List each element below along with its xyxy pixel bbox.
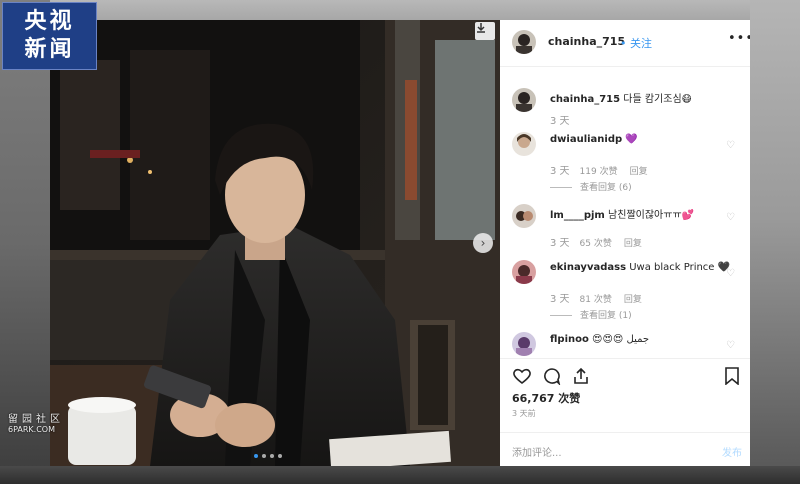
logo-line-2: 新闻 bbox=[24, 37, 75, 62]
caption-time: 3 天 bbox=[550, 116, 570, 127]
heart-outline-icon[interactable]: ♡ bbox=[726, 212, 735, 223]
carousel-dot bbox=[278, 454, 282, 458]
follow-button[interactable]: • 关注 bbox=[620, 35, 652, 51]
bookmark-icon[interactable] bbox=[724, 367, 740, 389]
comment-text: dwiaulianidp 💜 bbox=[550, 134, 638, 145]
logo-line-1: 央视 bbox=[24, 9, 75, 34]
share-icon[interactable] bbox=[572, 367, 590, 389]
more-horizontal-icon[interactable]: ••• bbox=[728, 31, 750, 46]
comment-time: 3 天 bbox=[550, 238, 570, 249]
comment-text: ekinayvadass Uwa black Prince 🖤 bbox=[550, 262, 730, 273]
photo-illustration bbox=[50, 20, 500, 466]
comment-body: 😍😍😍 جميل bbox=[592, 334, 650, 345]
comment-likes[interactable]: 65 次赞 bbox=[580, 239, 612, 249]
carousel-dot bbox=[270, 454, 274, 458]
comment-time: 3 天 bbox=[550, 294, 570, 305]
post-timestamp: 3 天前 bbox=[512, 409, 536, 418]
comment-meta: 3 天 81 次赞 回复 bbox=[550, 290, 642, 305]
reply-button[interactable]: 回复 bbox=[624, 295, 642, 305]
view-replies-button[interactable]: 查看回复 (6) bbox=[550, 180, 632, 193]
comment-username[interactable]: ekinayvadass bbox=[550, 262, 626, 273]
comment-body: 💜 bbox=[625, 134, 638, 145]
avatar[interactable] bbox=[512, 88, 536, 112]
avatar[interactable] bbox=[512, 132, 536, 156]
post-actions-bar bbox=[500, 358, 750, 387]
watermark-line-2: 6PARK.COM bbox=[8, 425, 56, 434]
reply-button[interactable]: 回复 bbox=[624, 239, 642, 249]
comment-likes[interactable]: 81 次赞 bbox=[580, 295, 612, 305]
reply-button[interactable]: 回复 bbox=[630, 167, 648, 177]
comment-username[interactable]: flpinoo bbox=[550, 334, 589, 345]
heart-outline-icon[interactable]: ♡ bbox=[726, 268, 735, 279]
comment-username[interactable]: dwiaulianidp bbox=[550, 134, 622, 145]
comment-time: 3 天 bbox=[550, 166, 570, 177]
watermark-line-1: 留园社区 bbox=[8, 414, 64, 425]
avatar[interactable] bbox=[512, 332, 536, 356]
post-photo[interactable]: › bbox=[50, 20, 500, 466]
tv-frame-bottom bbox=[0, 466, 800, 484]
caption-username[interactable]: chainha_715 bbox=[550, 94, 620, 105]
heart-icon[interactable] bbox=[512, 367, 532, 389]
heart-outline-icon[interactable]: ♡ bbox=[726, 340, 735, 351]
next-photo-arrow-icon[interactable]: › bbox=[473, 233, 493, 253]
carousel-dot-active bbox=[254, 454, 258, 458]
separator: • bbox=[620, 37, 627, 50]
avatar[interactable] bbox=[512, 204, 536, 228]
caption-text: chainha_715 다들 캄기조심😷 bbox=[550, 90, 692, 105]
comment-body: 남친짤이잖아ㅠㅠ💕 bbox=[608, 210, 695, 221]
add-comment-input[interactable]: 添加评论... bbox=[512, 444, 562, 459]
comment-text: lm____pjm 남친짤이잖아ㅠㅠ💕 bbox=[550, 206, 694, 221]
comment-meta: 3 天 65 次赞 回复 bbox=[550, 234, 642, 249]
post-comment-button[interactable]: 发布 bbox=[722, 444, 742, 459]
view-replies-label: 查看回复 (1) bbox=[580, 311, 632, 321]
heart-outline-icon[interactable]: ♡ bbox=[726, 140, 735, 151]
caption-meta: 3 天 bbox=[550, 112, 580, 127]
follow-label: 关注 bbox=[630, 37, 652, 50]
tv-frame-right bbox=[750, 0, 800, 484]
post-header: chainha_715 • 关注 ••• bbox=[500, 20, 750, 67]
avatar[interactable] bbox=[512, 30, 536, 54]
comment-username[interactable]: lm____pjm bbox=[550, 210, 605, 221]
carousel-indicator bbox=[254, 454, 282, 458]
comment-likes[interactable]: 119 次赞 bbox=[580, 167, 618, 177]
comment-icon[interactable] bbox=[542, 367, 562, 389]
comment-body: Uwa black Prince 🖤 bbox=[629, 262, 731, 273]
caption-body: 다들 캄기조심😷 bbox=[623, 94, 693, 105]
download-icon[interactable] bbox=[475, 22, 495, 40]
add-comment-bar: 添加评论... 发布 bbox=[500, 432, 750, 466]
comment-text: flpinoo 😍😍😍 جميل bbox=[550, 334, 649, 345]
tv-frame-top bbox=[0, 0, 800, 20]
broadcast-logo: 央视 新闻 bbox=[2, 2, 97, 70]
view-replies-label: 查看回复 (6) bbox=[580, 183, 632, 193]
view-replies-button[interactable]: 查看回复 (1) bbox=[550, 308, 632, 321]
comment-meta: 3 天 119 次赞 回复 bbox=[550, 162, 648, 177]
carousel-dot bbox=[262, 454, 266, 458]
post-detail-panel: chainha_715 • 关注 ••• chainha_715 다들 캄기조심… bbox=[500, 20, 750, 466]
watermark: 留园社区 6PARK.COM bbox=[8, 410, 64, 434]
avatar[interactable] bbox=[512, 260, 536, 284]
post-username[interactable]: chainha_715 bbox=[548, 35, 625, 48]
like-count[interactable]: 66,767 次赞 bbox=[512, 390, 580, 406]
